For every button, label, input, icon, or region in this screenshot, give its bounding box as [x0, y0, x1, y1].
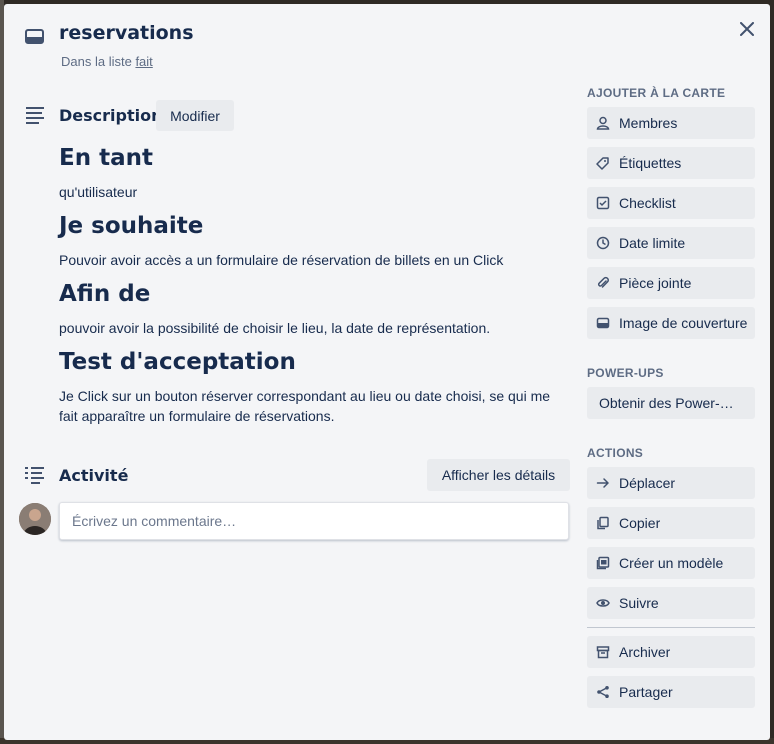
copy-icon	[596, 516, 610, 530]
activity-heading: Activité	[59, 466, 129, 485]
list-info: Dans la liste fait	[61, 54, 153, 69]
labels-label: Étiquettes	[619, 155, 682, 171]
power-ups-heading: POWER-UPS	[587, 366, 664, 380]
card-icon	[24, 26, 46, 48]
make-template-button[interactable]: Créer un modèle	[587, 547, 755, 579]
list-link[interactable]: fait	[135, 54, 152, 69]
checklist-label: Checklist	[619, 195, 676, 211]
add-to-card-heading: AJOUTER À LA CARTE	[587, 86, 726, 100]
members-button[interactable]: Membres	[587, 107, 755, 139]
actions-divider	[587, 627, 755, 628]
watch-label: Suivre	[619, 595, 659, 611]
desc-text: pouvoir avoir la possibilité de choisir …	[59, 320, 491, 336]
archive-label: Archiver	[619, 644, 671, 660]
desc-heading: Afin de	[59, 281, 151, 307]
close-button[interactable]	[734, 16, 760, 42]
description-icon	[24, 104, 46, 126]
members-label: Membres	[619, 115, 678, 131]
desc-text: Pouvoir avoir accès a un formulaire de r…	[59, 252, 504, 268]
paperclip-icon	[596, 276, 610, 290]
comment-input[interactable]	[60, 503, 568, 539]
make-template-label: Créer un modèle	[619, 555, 724, 571]
desc-heading: Test d'acceptation	[59, 349, 296, 375]
attachment-button[interactable]: Pièce jointe	[587, 267, 755, 299]
actions-heading: ACTIONS	[587, 446, 644, 460]
checklist-button[interactable]: Checklist	[587, 187, 755, 219]
move-button[interactable]: Déplacer	[587, 467, 755, 499]
cover-image-label: Image de couverture	[619, 315, 748, 331]
description-heading: Description	[59, 106, 163, 125]
activity-icon	[24, 464, 46, 486]
show-details-button[interactable]: Afficher les détails	[427, 459, 570, 491]
labels-button[interactable]: Étiquettes	[587, 147, 755, 179]
get-power-ups-button[interactable]: Obtenir des Power-Ups	[587, 387, 755, 419]
copy-label: Copier	[619, 515, 661, 531]
label-icon	[596, 156, 610, 170]
edit-description-button[interactable]: Modifier	[156, 100, 234, 131]
get-power-ups-label: Obtenir des Power-Ups	[599, 395, 739, 411]
desc-heading: Je souhaite	[59, 213, 204, 239]
checklist-icon	[596, 196, 610, 210]
eye-icon	[596, 596, 610, 610]
archive-button[interactable]: Archiver	[587, 636, 755, 668]
archive-icon	[596, 645, 610, 659]
close-icon	[740, 22, 754, 36]
move-label: Déplacer	[619, 475, 676, 491]
desc-heading: En tant	[59, 145, 153, 171]
arrow-right-icon	[596, 476, 610, 490]
watch-button[interactable]: Suivre	[587, 587, 755, 619]
copy-button[interactable]: Copier	[587, 507, 755, 539]
cover-image-button[interactable]: Image de couverture	[587, 307, 755, 339]
clock-icon	[596, 236, 610, 250]
cover-icon	[596, 316, 610, 330]
desc-text: qu'utilisateur	[59, 184, 138, 200]
share-button[interactable]: Partager	[587, 676, 755, 708]
person-icon	[596, 116, 610, 130]
comment-box[interactable]	[59, 502, 569, 540]
card-title[interactable]: reservations	[59, 22, 194, 44]
attachment-label: Pièce jointe	[619, 275, 692, 291]
card-detail-modal: reservations Dans la liste fait Descript…	[4, 4, 770, 740]
desc-text: Je Click sur un bouton réserver correspo…	[59, 388, 551, 424]
share-label: Partager	[619, 684, 673, 700]
user-avatar[interactable]	[19, 503, 51, 535]
due-date-button[interactable]: Date limite	[587, 227, 755, 259]
share-icon	[596, 685, 610, 699]
template-icon	[596, 556, 610, 570]
description-content[interactable]: En tant qu'utilisateur Je souhaite Pouvo…	[59, 144, 569, 426]
due-date-label: Date limite	[619, 235, 686, 251]
list-prefix: Dans la liste	[61, 54, 132, 69]
